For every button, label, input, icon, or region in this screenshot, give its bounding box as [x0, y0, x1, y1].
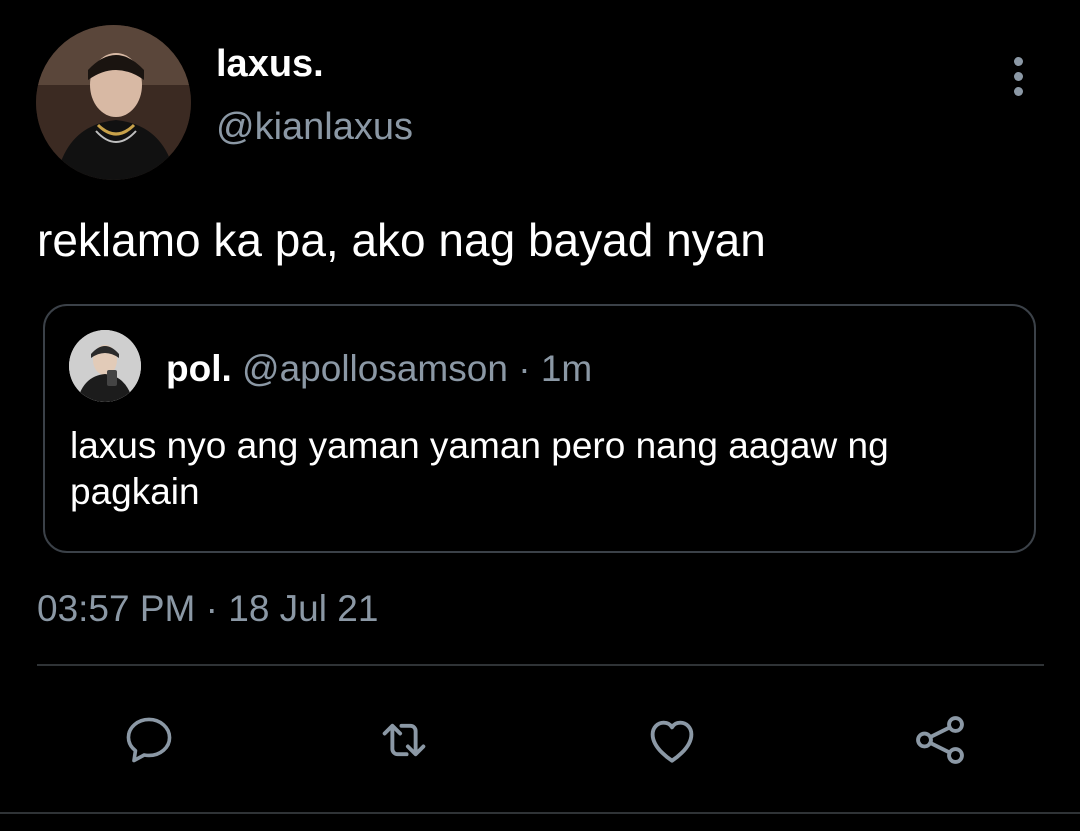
quoted-tweet-card[interactable]: pol. @apollosamson · 1m laxus nyo ang ya… [43, 304, 1036, 553]
share-button[interactable] [908, 708, 972, 772]
more-dot-icon [1013, 56, 1023, 66]
bottom-divider [0, 812, 1080, 814]
retweet-icon [382, 723, 426, 757]
more-options-button[interactable] [998, 52, 1038, 100]
divider [37, 664, 1044, 666]
quoted-display-name[interactable]: pol. [166, 348, 232, 389]
quoted-avatar-image [69, 330, 141, 402]
author-display-name[interactable]: laxus. [216, 42, 324, 86]
more-dot-icon [1013, 86, 1023, 96]
quoted-separator: · [507, 348, 541, 389]
quoted-tweet-header: pol. @apollosamson · 1m [166, 348, 592, 390]
tweet-timestamp: 03:57 PM · 18 Jul 21 [37, 588, 379, 629]
share-icon [916, 716, 964, 764]
quoted-tweet-text: laxus nyo ang yaman yaman pero nang aaga… [70, 425, 889, 512]
tweet-text: reklamo ka pa, ako nag bayad nyan [37, 214, 766, 266]
quoted-handle[interactable]: @apollosamson [242, 348, 508, 389]
more-dot-icon [1013, 71, 1023, 81]
speech-bubble-icon [126, 717, 172, 763]
author-avatar-image [36, 25, 191, 180]
author-handle[interactable]: @kianlaxus [216, 105, 413, 149]
retweet-button[interactable] [372, 708, 436, 772]
heart-icon [650, 720, 694, 763]
like-button[interactable] [640, 708, 704, 772]
quoted-author-avatar[interactable] [69, 330, 141, 402]
quoted-time: 1m [540, 348, 593, 389]
author-avatar[interactable] [36, 25, 191, 180]
reply-button[interactable] [117, 708, 181, 772]
